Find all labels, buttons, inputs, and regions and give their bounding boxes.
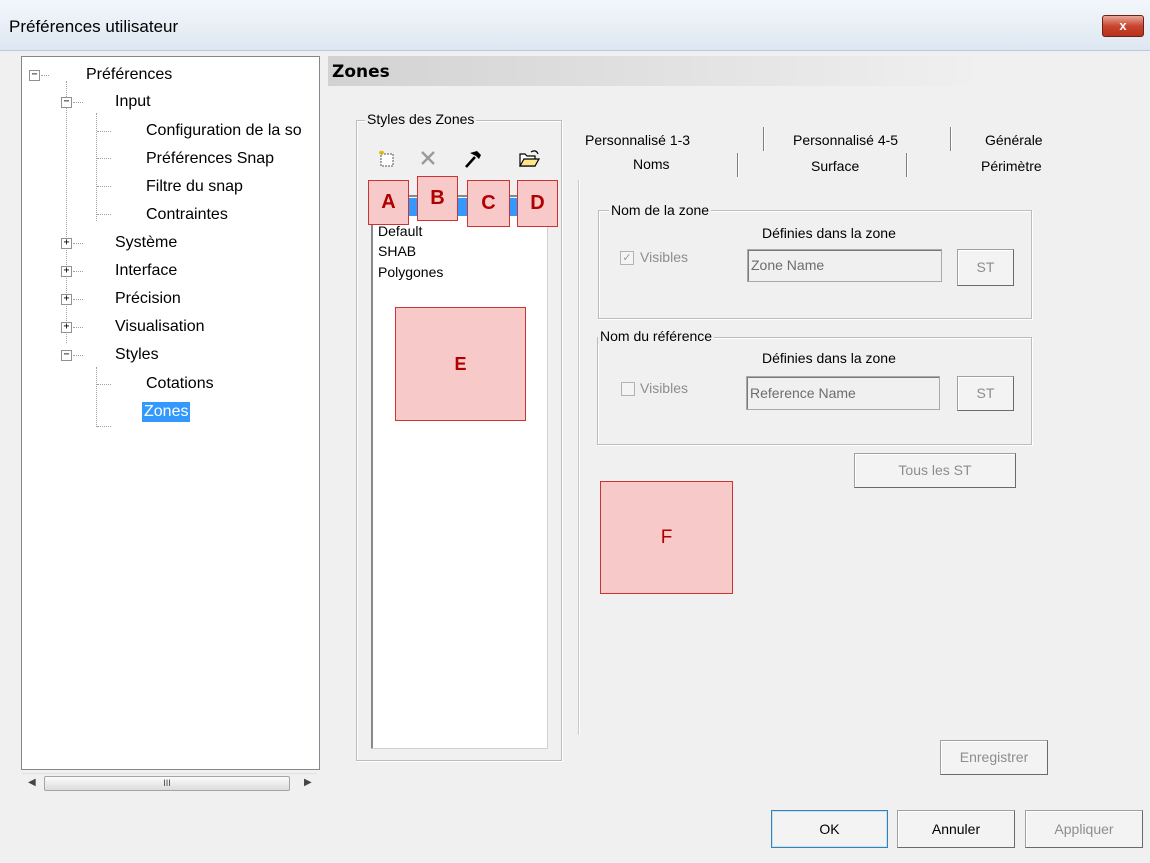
- new-icon: [379, 150, 394, 167]
- list-item[interactable]: SHAB: [378, 244, 416, 258]
- tree-item-preferences-snap[interactable]: Préférences Snap: [146, 149, 274, 169]
- list-item[interactable]: Default: [378, 224, 422, 238]
- tree-horizontal-scrollbar[interactable]: ◀ III ▶: [22, 773, 317, 792]
- tree-item-filtre-snap[interactable]: Filtre du snap: [146, 177, 243, 197]
- tab-strip: Personnalisé 1-3 Personnalisé 4-5 Généra…: [575, 125, 1053, 183]
- scroll-thumb[interactable]: III: [44, 776, 290, 791]
- tab-separator: [763, 127, 764, 151]
- tab-page-border: [578, 180, 579, 735]
- preferences-tree[interactable]: − Préférences − Input Configuration de l…: [21, 56, 320, 770]
- tab-separator: [737, 153, 738, 177]
- tab-generale[interactable]: Générale: [985, 132, 1043, 148]
- save-button[interactable]: Enregistrer: [940, 740, 1048, 775]
- cancel-button[interactable]: Annuler: [897, 810, 1015, 848]
- tree-item-styles[interactable]: Styles: [115, 345, 159, 365]
- list-item[interactable]: Polygones: [378, 265, 443, 279]
- reference-name-group-label: Nom du référence: [598, 328, 715, 344]
- tree-connector: [73, 299, 83, 300]
- tree-connector: [73, 355, 83, 356]
- marker-f: F: [600, 481, 733, 594]
- ok-button[interactable]: OK: [771, 810, 888, 848]
- close-button[interactable]: x: [1102, 15, 1144, 37]
- reference-name-field[interactable]: Reference Name: [746, 376, 940, 410]
- tab-noms[interactable]: Noms: [633, 156, 670, 172]
- tree-connector: [97, 186, 111, 187]
- tree-connector: [73, 102, 83, 103]
- zone-name-visible-label: Visibles: [640, 249, 688, 265]
- apply-button[interactable]: Appliquer: [1025, 810, 1143, 848]
- zone-name-caption: Définies dans la zone: [762, 225, 896, 241]
- tree-connector: [73, 327, 83, 328]
- marker-e: E: [395, 307, 526, 421]
- marker-b: B: [417, 176, 458, 221]
- all-st-button[interactable]: Tous les ST: [854, 453, 1016, 488]
- tree-item-systeme[interactable]: Système: [115, 233, 177, 253]
- tree-connector: [73, 271, 83, 272]
- tree-connector: [41, 75, 49, 76]
- tree-connector: [97, 131, 111, 132]
- open-folder-icon: [518, 150, 541, 167]
- tab-separator: [950, 127, 951, 151]
- tab-perimetre[interactable]: Périmètre: [981, 158, 1042, 174]
- marker-c: C: [467, 180, 510, 227]
- window-title: Préférences utilisateur: [9, 17, 179, 36]
- tree-item-contraintes[interactable]: Contraintes: [146, 205, 228, 225]
- styles-group-label: Styles des Zones: [365, 111, 477, 127]
- title-bar: Préférences utilisateur x: [0, 0, 1150, 51]
- tree-connector: [97, 384, 111, 385]
- page-title: Zones: [332, 62, 390, 82]
- tree-connector: [97, 214, 111, 215]
- tab-separator: [906, 153, 907, 177]
- tree-connector: [96, 367, 97, 427]
- new-style-button[interactable]: [377, 149, 399, 169]
- styles-list[interactable]: Default SHAB Polygones: [371, 195, 548, 749]
- expand-icon[interactable]: +: [61, 238, 72, 249]
- hammer-icon: [465, 151, 481, 168]
- tree-item-zones[interactable]: Zones: [142, 402, 191, 422]
- tab-surface[interactable]: Surface: [811, 158, 859, 174]
- tree-item-preferences[interactable]: Préférences: [86, 65, 172, 85]
- collapse-icon[interactable]: −: [29, 70, 40, 81]
- scroll-grip-icon: III: [163, 778, 171, 788]
- edit-style-button[interactable]: [461, 148, 485, 170]
- reference-name-caption: Définies dans la zone: [762, 350, 896, 366]
- tree-item-input[interactable]: Input: [115, 92, 151, 112]
- zone-name-group-label: Nom de la zone: [609, 202, 712, 218]
- marker-a: A: [368, 180, 409, 225]
- tree-connector: [97, 426, 111, 427]
- delete-icon: [421, 151, 435, 165]
- close-icon: x: [1119, 18, 1127, 33]
- delete-style-button[interactable]: [418, 149, 440, 169]
- tree-connector: [96, 113, 97, 221]
- scroll-left-icon[interactable]: ◀: [28, 777, 36, 788]
- marker-d: D: [517, 180, 558, 227]
- reference-name-visible-label: Visibles: [640, 380, 688, 396]
- section-header: Zones: [328, 56, 1150, 86]
- collapse-icon[interactable]: −: [61, 97, 72, 108]
- open-style-button[interactable]: [517, 148, 541, 170]
- zone-name-visible-checkbox[interactable]: ✓: [620, 251, 634, 265]
- tree-connector: [73, 243, 83, 244]
- tree-item-precision[interactable]: Précision: [115, 289, 181, 309]
- expand-icon[interactable]: +: [61, 294, 72, 305]
- tree-item-config-snap[interactable]: Configuration de la so: [146, 121, 302, 141]
- tree-item-visualisation[interactable]: Visualisation: [115, 317, 205, 337]
- zone-name-st-button[interactable]: ST: [957, 249, 1014, 286]
- reference-name-st-button[interactable]: ST: [957, 376, 1014, 411]
- tree-item-cotations[interactable]: Cotations: [146, 374, 214, 394]
- expand-icon[interactable]: +: [61, 266, 72, 277]
- scroll-right-icon[interactable]: ▶: [304, 777, 312, 788]
- tree-item-interface[interactable]: Interface: [115, 261, 177, 281]
- expand-icon[interactable]: +: [61, 322, 72, 333]
- zone-name-field[interactable]: Zone Name: [747, 249, 942, 282]
- tab-personnalise-4-5[interactable]: Personnalisé 4-5: [793, 132, 898, 148]
- reference-name-visible-checkbox[interactable]: [621, 382, 635, 396]
- tree-connector: [97, 158, 111, 159]
- tab-personnalise-1-3[interactable]: Personnalisé 1-3: [585, 132, 690, 148]
- collapse-icon[interactable]: −: [61, 350, 72, 361]
